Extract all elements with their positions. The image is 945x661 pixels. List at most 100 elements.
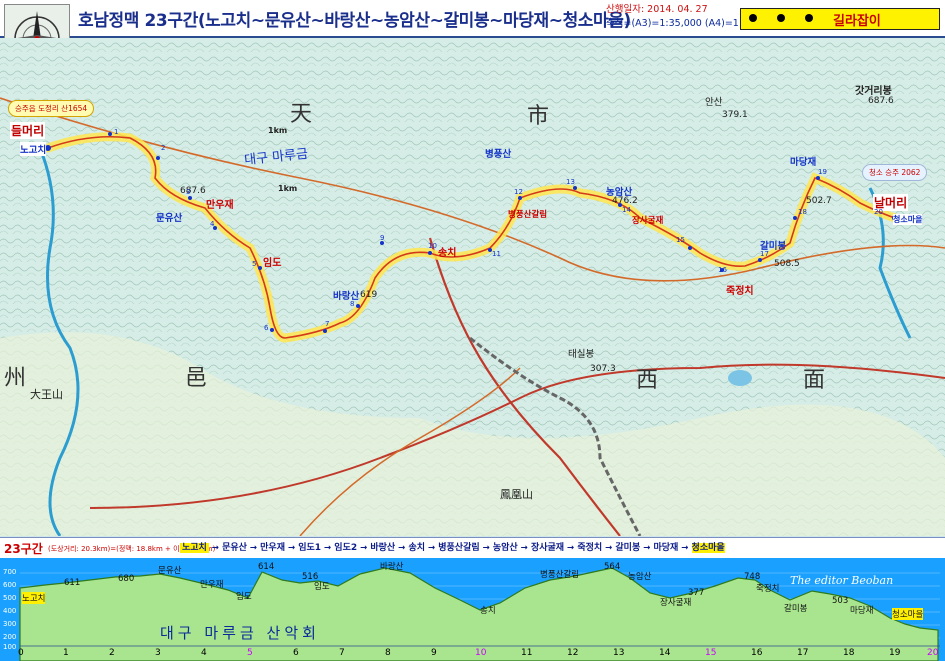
arrow-icon: → <box>246 543 258 553</box>
peak-label: 병풍산 <box>485 149 512 160</box>
profile-label: 청소마을 <box>892 608 924 620</box>
profile-label: 죽정치 <box>756 584 780 594</box>
arrow-icon: → <box>321 543 332 553</box>
arrow-icon: → <box>479 543 490 553</box>
peak-label: 갓거리봉 <box>855 86 892 97</box>
peak-label: 바랑산 <box>333 291 360 302</box>
route-stop: 임도1 <box>298 543 322 553</box>
logo: 길라잡이 <box>740 8 940 30</box>
profile-label: 마당재 <box>850 606 874 616</box>
waypoint-number: 18 <box>798 208 807 216</box>
route-stop: 죽정치 <box>577 543 603 553</box>
area-label: 天 <box>290 102 313 127</box>
profile-label: 680 <box>118 574 135 584</box>
arrow-icon: → <box>357 543 368 553</box>
waypoint-number: 14 <box>622 206 631 214</box>
start-note: 승주읍 도정리 산1654 <box>8 100 95 117</box>
route-sequence: 노고치 → 문유산 → 만우재 → 임도1 → 임도2 → 바랑산 → 송치 →… <box>180 540 725 556</box>
page-title: 호남정맥 23구간(노고치~문유산~바랑산~농암산~갈미봉~마당재~청소마을) <box>78 11 631 31</box>
x-tick: 6 <box>293 648 299 658</box>
arrow-icon: → <box>425 543 436 553</box>
arrow-icon: → <box>208 543 219 553</box>
start-marker: 들머리 <box>10 122 46 139</box>
area-label: 市 <box>527 104 550 129</box>
area-label: 邑 <box>185 366 208 391</box>
waypoint-number: 7 <box>325 320 330 328</box>
x-tick: 12 <box>567 648 579 658</box>
x-tick: 14 <box>659 648 671 658</box>
peak-elev: 379.1 <box>722 110 748 120</box>
profile-label: 송치 <box>480 606 496 616</box>
route-stop: 갈미봉 <box>615 543 641 553</box>
y-tick: 300 <box>3 620 17 628</box>
peak-label: 태실봉 <box>568 349 595 360</box>
waypoint-number: 12 <box>514 188 523 196</box>
x-tick: 7 <box>339 648 345 658</box>
route-stop: 노고치 <box>180 543 209 553</box>
peak-elev: 508.5 <box>774 259 800 269</box>
x-tick: 17 <box>797 648 809 658</box>
profile-label: 611 <box>64 578 81 588</box>
x-tick: 0 <box>18 648 24 658</box>
waypoint-number: 6 <box>264 324 269 332</box>
pass-label: 병풍산갈림 <box>508 210 548 220</box>
area-label: 面 <box>803 368 826 393</box>
profile-label: 노고치 <box>22 592 46 604</box>
route-stop: 병풍산갈림 <box>438 543 480 553</box>
waypoint-number: 13 <box>566 178 575 186</box>
waypoint-number: 3 <box>186 188 191 196</box>
editor-credit: The editor Beoban <box>790 574 894 587</box>
route-stop: 농암산 <box>492 543 518 553</box>
pass-label: 죽정치 <box>726 286 754 297</box>
waypoint-number: 10 <box>428 242 437 250</box>
profile-label: 503 <box>832 596 849 606</box>
area-label: 大王山 <box>30 388 63 401</box>
area-label: 鳳凰山 <box>500 488 533 501</box>
map-canvas <box>0 38 945 536</box>
pass-label: 송치 <box>438 248 457 259</box>
route-stop: 송치 <box>408 543 425 553</box>
pass-label: 만우재 <box>206 200 234 211</box>
peak-elev: 687.6 <box>868 96 894 106</box>
x-tick: 20 <box>927 648 939 658</box>
route-stop: 마당재 <box>653 543 679 553</box>
arrow-icon: → <box>285 543 296 553</box>
profile-label: 임도 <box>236 592 252 602</box>
x-tick: 5 <box>247 648 253 658</box>
peak-label: 마당재 <box>790 157 817 168</box>
arrow-icon: → <box>395 543 406 553</box>
route-stop: 장사굴재 <box>530 543 565 553</box>
arrow-icon: → <box>678 543 689 553</box>
pass-label: 임도 <box>263 258 282 269</box>
y-tick: 600 <box>3 581 17 589</box>
x-tick: 18 <box>843 648 855 658</box>
profile-label: 377 <box>688 588 705 598</box>
y-tick: 200 <box>3 633 17 641</box>
waypoint-number: 17 <box>760 250 769 258</box>
peak-elev: 307.3 <box>590 364 616 374</box>
profile-label: 바랑산 <box>380 562 404 572</box>
waypoint-number: 1 <box>114 128 119 136</box>
route-strip: 23구간 (도상거리: 20.3km)=(정맥: 18.8km + 이탈: 1.… <box>0 537 945 559</box>
x-tick: 3 <box>155 648 161 658</box>
route-stop: 문유산 <box>222 543 247 553</box>
profile-label: 만우재 <box>200 580 224 590</box>
y-tick: 700 <box>3 568 17 576</box>
dot-icon <box>777 14 785 22</box>
y-tick: 400 <box>3 607 17 615</box>
title-bar: 호남정맥 23구간(노고치~문유산~바랑산~농암산~갈미봉~마당재~청소마을) … <box>0 0 945 70</box>
arrow-icon: → <box>640 543 651 553</box>
elevation-profile: 700 600 500 400 300 200 100 The editor B… <box>0 558 945 661</box>
arrow-icon: → <box>564 543 575 553</box>
profile-label: 장사굴재 <box>660 598 692 608</box>
waypoint-number: 2 <box>161 144 166 152</box>
x-tick: 1 <box>63 648 69 658</box>
route-stop: 바랑산 <box>370 543 396 553</box>
profile-label: 748 <box>744 572 761 582</box>
y-tick: 500 <box>3 594 17 602</box>
x-tick: 19 <box>889 648 901 658</box>
x-tick: 16 <box>751 648 763 658</box>
profile-label: 564 <box>604 562 621 572</box>
peak-elev: 687.6 <box>180 186 206 196</box>
topo-map[interactable]: 天 市 州 邑 西 面 大王山 鳳凰山 들머리 노고치 승주읍 도정리 산165… <box>0 38 945 536</box>
